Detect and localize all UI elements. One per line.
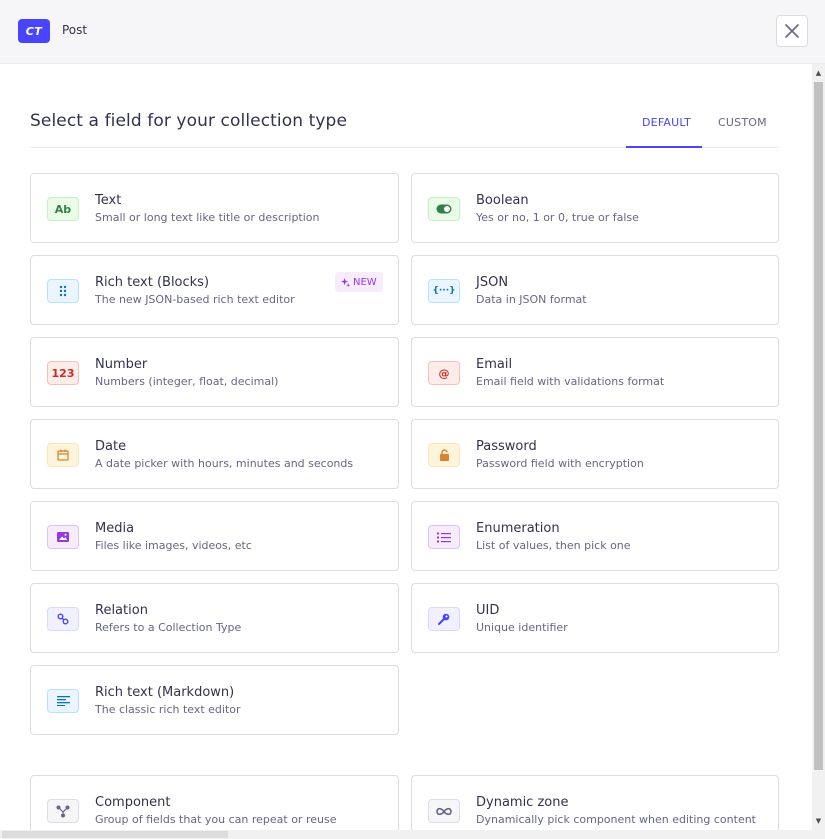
- field-name: Enumeration: [476, 521, 560, 536]
- list-icon: [428, 525, 460, 549]
- new-badge: NEW: [335, 272, 383, 292]
- horizontal-scrollbar-thumb[interactable]: [2, 831, 228, 838]
- field-card-email[interactable]: @ Email Email field with validations forma…: [411, 337, 779, 407]
- number-icon: 123: [47, 361, 79, 385]
- field-card-relation[interactable]: Relation Refers to a Collection Type: [30, 583, 399, 653]
- markdown-icon: [47, 689, 79, 713]
- field-name: Text: [95, 193, 122, 208]
- field-name: Number: [95, 357, 148, 372]
- field-name: Rich text (Blocks): [95, 275, 210, 290]
- field-card-number[interactable]: 123 Number Numbers (integer, float, decima…: [30, 337, 399, 407]
- blocks-icon: [47, 279, 79, 303]
- scroll-up-icon[interactable]: ▲: [814, 68, 823, 78]
- field-name: Date: [95, 439, 127, 454]
- field-description: Email field with validations format: [476, 375, 665, 388]
- modal-body: Select a field for your collection type …: [0, 64, 812, 839]
- field-card-uid[interactable]: UID Unique identifier: [411, 583, 779, 653]
- field-description: Unique identifier: [476, 621, 568, 634]
- modal-header: CT Post: [0, 0, 825, 64]
- key-icon: [428, 607, 460, 631]
- field-card-rich-text-markdown[interactable]: Rich text (Markdown) The classic rich tex…: [30, 665, 399, 735]
- field-description: Refers to a Collection Type: [95, 621, 242, 634]
- field-name: Media: [95, 521, 135, 536]
- field-name: Email: [476, 357, 513, 372]
- close-button[interactable]: [776, 15, 808, 47]
- new-badge-label: NEW: [353, 276, 377, 288]
- field-card-password[interactable]: Password Password field with encryption: [411, 419, 779, 489]
- sparkle-icon: [341, 277, 350, 287]
- tab-default[interactable]: DEFAULT: [642, 116, 691, 129]
- field-name: Dynamic zone: [476, 795, 569, 810]
- field-description: A date picker with hours, minutes and se…: [95, 457, 354, 470]
- field-name: Boolean: [476, 193, 529, 208]
- text-icon: Ab: [47, 197, 79, 221]
- field-description: Group of fields that you can repeat or r…: [95, 813, 337, 826]
- field-description: The classic rich text editor: [95, 703, 241, 716]
- field-name: Relation: [95, 603, 148, 618]
- field-name: Password: [476, 439, 537, 454]
- field-card-boolean[interactable]: Boolean Yes or no, 1 or 0, true or false: [411, 173, 779, 243]
- field-name: JSON: [476, 275, 509, 290]
- relation-icon: [47, 607, 79, 631]
- field-description: The new JSON-based rich text editor: [95, 293, 295, 306]
- field-description: Password field with encryption: [476, 457, 644, 470]
- image-icon: [47, 525, 79, 549]
- json-icon: {···}: [428, 279, 460, 303]
- field-description: List of values, then pick one: [476, 539, 631, 552]
- scrollbar-thumb[interactable]: [814, 82, 823, 770]
- field-card-json[interactable]: {···} JSON Data in JSON format: [411, 255, 779, 325]
- field-card-media[interactable]: Media Files like images, videos, etc: [30, 501, 399, 571]
- toggle-icon: [428, 197, 460, 221]
- field-description: Data in JSON format: [476, 293, 587, 306]
- component-icon: [47, 799, 79, 823]
- active-tab-indicator: [626, 146, 702, 148]
- infinity-icon: [428, 799, 460, 823]
- field-card-text[interactable]: Ab Text Small or long text like title or d…: [30, 173, 399, 243]
- collection-type-badge: CT: [18, 19, 50, 43]
- field-description: Numbers (integer, float, decimal): [95, 375, 279, 388]
- lock-icon: [428, 443, 460, 467]
- field-name: Rich text (Markdown): [95, 685, 235, 700]
- field-card-rich-text-blocks[interactable]: Rich text (Blocks) The new JSON-based ric…: [30, 255, 399, 325]
- close-icon: [785, 24, 799, 38]
- scroll-down-icon[interactable]: ▼: [814, 816, 823, 826]
- breadcrumb-title: Post: [62, 23, 88, 37]
- field-description: Yes or no, 1 or 0, true or false: [476, 211, 639, 224]
- field-name: Component: [95, 795, 171, 810]
- field-description: Small or long text like title or descrip…: [95, 211, 320, 224]
- field-description: Dynamically pick component when editing …: [476, 813, 756, 826]
- field-card-enumeration[interactable]: Enumeration List of values, then pick one: [411, 501, 779, 571]
- field-name: UID: [476, 603, 500, 618]
- page-title: Select a field for your collection type: [30, 111, 348, 131]
- email-icon: @: [428, 361, 460, 385]
- calendar-icon: [47, 443, 79, 467]
- field-description: Files like images, videos, etc: [95, 539, 252, 552]
- tab-custom[interactable]: CUSTOM: [718, 116, 767, 129]
- field-card-date[interactable]: Date A date picker with hours, minutes an…: [30, 419, 399, 489]
